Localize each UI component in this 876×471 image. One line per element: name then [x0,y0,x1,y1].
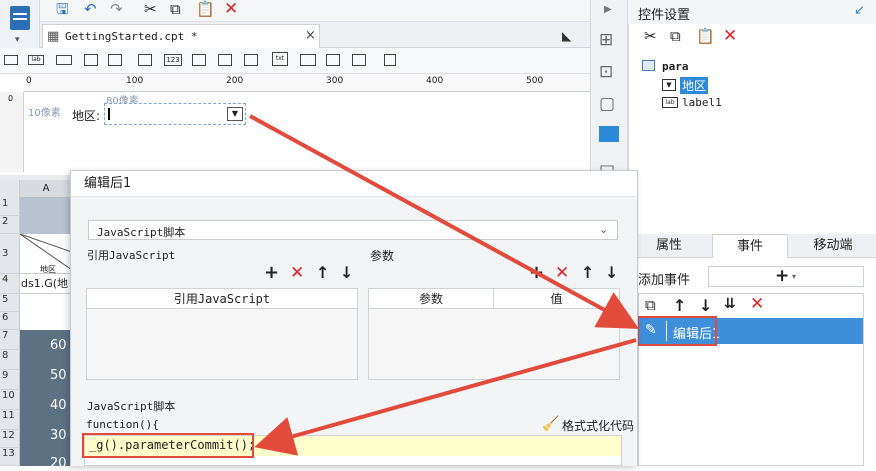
arrow-to-code [254,338,637,456]
annotation-arrows [249,114,640,456]
arrow-to-event [249,114,640,329]
